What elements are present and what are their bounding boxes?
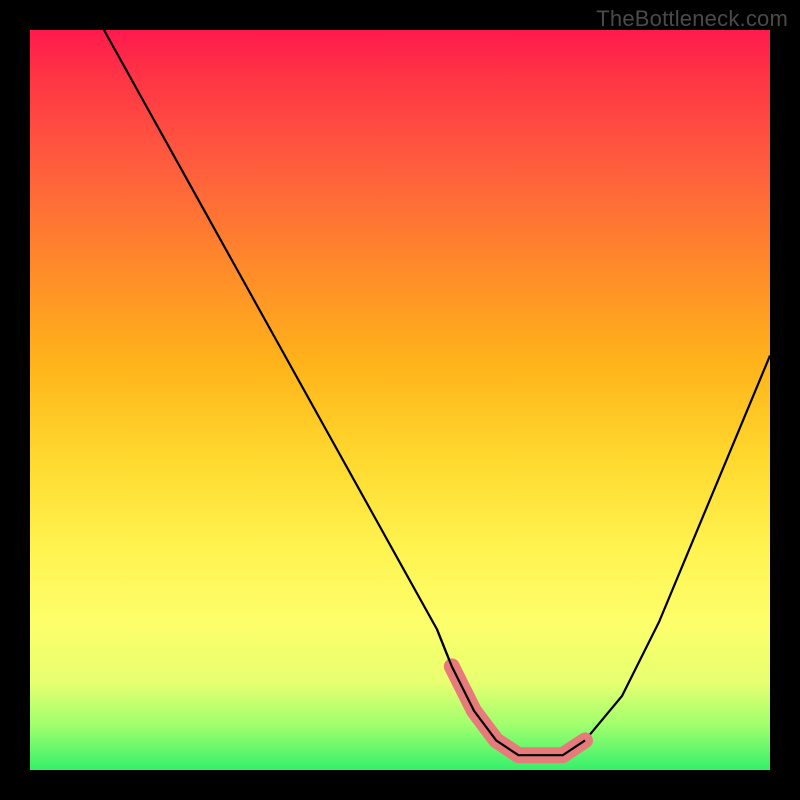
plot-area	[30, 30, 770, 770]
curve-svg	[30, 30, 770, 770]
watermark-text: TheBottleneck.com	[596, 6, 788, 32]
bottleneck-curve-right	[563, 356, 770, 756]
highlight-band	[452, 666, 585, 755]
bottleneck-curve-left	[104, 30, 452, 666]
chart-frame: TheBottleneck.com	[0, 0, 800, 800]
